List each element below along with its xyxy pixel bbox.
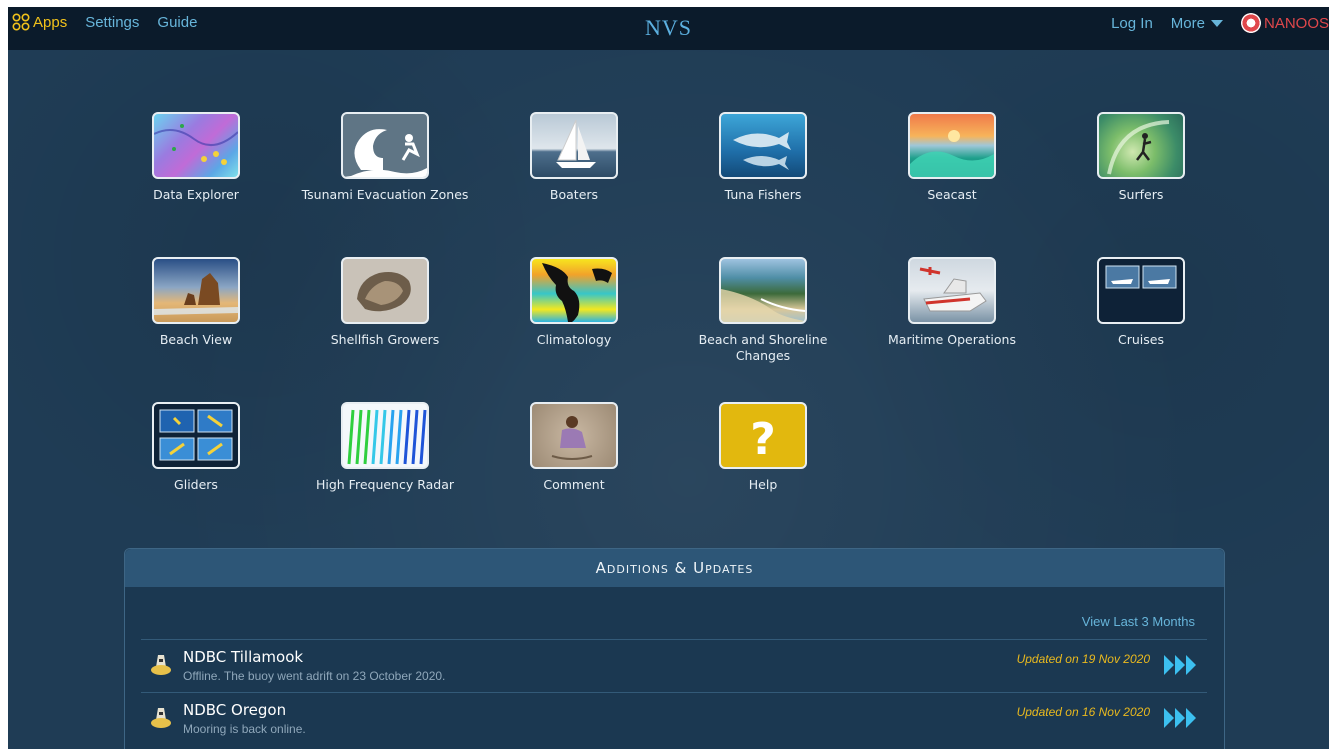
fast-forward-icon[interactable]: [1164, 708, 1197, 728]
svg-text:?: ?: [750, 414, 776, 465]
app-tile-maritime[interactable]: Maritime Operations: [862, 257, 1042, 348]
data-explorer-thumbnail: [152, 112, 240, 179]
update-title[interactable]: NDBC Oregon: [183, 701, 286, 719]
oyster-thumbnail: [341, 257, 429, 324]
app-label: Help: [748, 477, 778, 492]
app-tile-cruises[interactable]: Cruises: [1051, 257, 1231, 348]
app-tile-beach-view[interactable]: Beach View: [106, 257, 286, 348]
app-tile-comment[interactable]: Comment: [484, 402, 664, 493]
app-label: Comment: [543, 477, 605, 492]
nanoos-label: NANOOS: [1263, 14, 1329, 32]
beach-rocks-thumbnail: [152, 257, 240, 324]
update-row[interactable]: NDBC Tillamook Offline. The buoy went ad…: [141, 639, 1207, 692]
update-title[interactable]: NDBC Tillamook: [183, 648, 303, 666]
app-label: Surfers: [1118, 187, 1164, 202]
coastline-thumbnail: [719, 257, 807, 324]
additions-updates-panel: Additions & Updates View Last 3 Months N…: [124, 548, 1225, 749]
glider-grid-thumbnail: [152, 402, 240, 469]
caret-down-icon: [1210, 19, 1223, 27]
app-label: Beach and Shoreline Changes: [698, 332, 828, 363]
update-description: Mooring is back online.: [183, 722, 306, 736]
app-tile-shellfish[interactable]: Shellfish Growers: [295, 257, 475, 348]
update-row[interactable]: NDBC Oregon Mooring is back online. Upda…: [141, 692, 1207, 745]
app-label: High Frequency Radar: [315, 477, 455, 492]
buoy-icon: [151, 655, 171, 675]
sailboat-thumbnail: [530, 112, 618, 179]
fast-forward-icon[interactable]: [1164, 655, 1197, 675]
update-date: Updated on 16 Nov 2020: [1016, 705, 1150, 719]
app-tile-tuna[interactable]: Tuna Fishers: [673, 112, 853, 203]
radar-vectors-thumbnail: [341, 402, 429, 469]
app-label: Boaters: [549, 187, 599, 202]
app-tile-seacast[interactable]: Seacast: [862, 112, 1042, 203]
coast-guard-boat-thumbnail: [908, 257, 996, 324]
app-label: Gliders: [174, 477, 218, 492]
app-label: Tsunami Evacuation Zones: [301, 187, 469, 202]
app-tile-tsunami[interactable]: Tsunami Evacuation Zones: [295, 112, 475, 203]
app-frame: Apps Settings Guide NVS Log In More NANO…: [8, 7, 1329, 749]
app-label: Cruises: [1118, 332, 1164, 347]
more-label: More: [1170, 14, 1205, 32]
app-tile-shoreline[interactable]: Beach and Shoreline Changes: [673, 257, 853, 364]
app-label: Seacast: [927, 187, 977, 202]
question-mark-thumbnail: ?: [719, 402, 807, 469]
updates-heading: Additions & Updates: [125, 549, 1224, 587]
app-label: Data Explorer: [153, 187, 239, 202]
app-tile-gliders[interactable]: Gliders: [106, 402, 286, 493]
app-tile-surfers[interactable]: Surfers: [1051, 112, 1231, 203]
app-label: Beach View: [159, 332, 233, 347]
top-navbar: Apps Settings Guide NVS Log In More NANO…: [8, 7, 1329, 50]
login-link[interactable]: Log In: [1111, 15, 1153, 32]
app-tile-help[interactable]: ? Help: [673, 402, 853, 493]
nav-right: Log In More NANOOS: [1111, 13, 1329, 33]
app-label: Tuna Fishers: [724, 187, 802, 202]
climate-map-thumbnail: [530, 257, 618, 324]
view-last-3-months-link[interactable]: View Last 3 Months: [1082, 614, 1195, 629]
app-tile-boaters[interactable]: Boaters: [484, 112, 664, 203]
app-tile-climatology[interactable]: Climatology: [484, 257, 664, 348]
app-tile-data-explorer[interactable]: Data Explorer: [106, 112, 286, 203]
nanoos-logo-icon: [1240, 13, 1261, 33]
surfer-thumbnail: [1097, 112, 1185, 179]
tsunami-thumbnail: [341, 112, 429, 179]
app-label: Shellfish Growers: [330, 332, 440, 347]
person-writing-thumbnail: [530, 402, 618, 469]
nanoos-link[interactable]: NANOOS: [1240, 13, 1329, 33]
app-label: Climatology: [536, 332, 612, 347]
buoy-icon: [151, 708, 171, 728]
sunset-wave-thumbnail: [908, 112, 996, 179]
app-label: Maritime Operations: [888, 332, 1016, 347]
app-tile-hf-radar[interactable]: High Frequency Radar: [295, 402, 475, 493]
update-date: Updated on 19 Nov 2020: [1016, 652, 1150, 666]
more-menu[interactable]: More: [1171, 15, 1223, 32]
cruise-ships-thumbnail: [1097, 257, 1185, 324]
update-description: Offline. The buoy went adrift on 23 Octo…: [183, 669, 446, 683]
tuna-thumbnail: [719, 112, 807, 179]
